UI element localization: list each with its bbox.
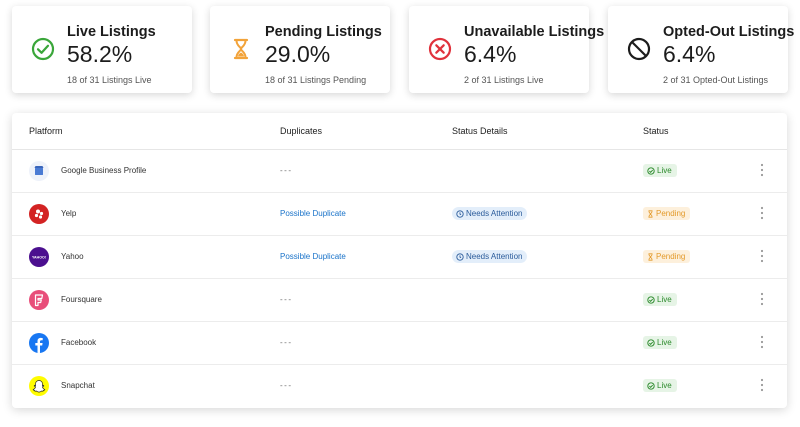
duplicates-empty: ---	[280, 295, 293, 304]
more-options-icon[interactable]	[758, 334, 766, 350]
table-header: Platform Duplicates Status Details Statu…	[12, 113, 787, 150]
foursquare-logo-icon	[29, 290, 49, 310]
platform-name: Google Business Profile	[61, 166, 147, 175]
hourglass-icon	[648, 209, 653, 218]
status-label: Pending	[656, 209, 686, 218]
status-label: Live	[657, 338, 672, 347]
status-badge: Live	[643, 379, 677, 392]
clock-icon	[456, 252, 464, 261]
unavailable-listings-card: Unavailable Listings 6.4% 2 of 31 Listin…	[409, 6, 604, 93]
status-label: Live	[657, 166, 672, 175]
column-header-platform: Platform	[29, 126, 63, 136]
status-label: Pending	[656, 252, 686, 261]
check-circle-icon	[31, 37, 55, 61]
check-circle-icon	[647, 338, 655, 347]
more-options-icon[interactable]	[758, 248, 766, 264]
possible-duplicate-link[interactable]: Possible Duplicate	[280, 209, 346, 218]
hourglass-icon	[648, 252, 653, 261]
status-badge: Pending	[643, 207, 691, 220]
svg-text:YAHOO!: YAHOO!	[32, 256, 46, 260]
platform-name: Foursquare	[61, 295, 102, 304]
platform-name: Yahoo	[61, 252, 84, 261]
column-header-status: Status	[643, 126, 669, 136]
card-subtitle: 2 of 31 Listings Live	[464, 75, 544, 85]
check-circle-icon	[647, 166, 655, 175]
pending-listings-card: Pending Listings 29.0% 18 of 31 Listings…	[210, 6, 390, 93]
table-row: Facebook --- Live	[12, 322, 787, 365]
card-title: Live Listings	[67, 24, 156, 40]
column-header-status-details: Status Details	[452, 126, 508, 136]
table-row: Google Business Profile --- Live	[12, 150, 787, 193]
prohibited-icon	[627, 37, 651, 61]
check-circle-icon	[647, 381, 655, 390]
status-badge: Live	[643, 336, 677, 349]
more-options-icon[interactable]	[758, 205, 766, 221]
clock-icon	[456, 209, 464, 218]
card-subtitle: 18 of 31 Listings Pending	[265, 75, 367, 85]
platform-name: Yelp	[61, 209, 77, 218]
more-options-icon[interactable]	[758, 377, 766, 393]
table-row: Yelp Possible Duplicate Needs Attention …	[12, 193, 787, 236]
possible-duplicate-link[interactable]: Possible Duplicate	[280, 252, 346, 261]
check-circle-icon	[647, 295, 655, 304]
table-row: Foursquare --- Live	[12, 279, 787, 322]
needs-attention-badge[interactable]: Needs Attention	[452, 250, 528, 263]
table-row: Snapchat --- Live	[12, 365, 787, 408]
hourglass-icon	[233, 38, 249, 60]
status-label: Live	[657, 381, 672, 390]
card-subtitle: 18 of 31 Listings Live	[67, 75, 152, 85]
status-badge: Pending	[643, 250, 691, 263]
card-subtitle: 2 of 31 Opted-Out Listings	[663, 75, 769, 85]
column-header-duplicates: Duplicates	[280, 126, 323, 136]
card-value: 6.4%	[464, 41, 517, 67]
platform-name: Snapchat	[61, 381, 95, 390]
status-label: Live	[657, 295, 672, 304]
x-circle-icon	[428, 37, 452, 61]
card-title: Opted-Out Listings	[663, 24, 795, 40]
card-title: Pending Listings	[265, 24, 382, 40]
google-business-logo-icon	[29, 161, 49, 181]
duplicates-empty: ---	[280, 166, 293, 175]
card-value: 29.0%	[265, 41, 331, 67]
status-badge: Live	[643, 164, 677, 177]
status-badge: Live	[643, 293, 677, 306]
yelp-logo-icon	[29, 204, 49, 224]
more-options-icon[interactable]	[758, 291, 766, 307]
more-options-icon[interactable]	[758, 162, 766, 178]
card-title: Unavailable Listings	[464, 24, 605, 40]
table-row: YAHOO! Yahoo Possible Duplicate Needs At…	[12, 236, 787, 279]
live-listings-card: Live Listings 58.2% 18 of 31 Listings Li…	[12, 6, 192, 93]
platform-name: Facebook	[61, 338, 97, 347]
duplicates-empty: ---	[280, 338, 293, 347]
opted-out-listings-card: Opted-Out Listings 6.4% 2 of 31 Opted-Ou…	[608, 6, 794, 93]
snapchat-logo-icon	[29, 376, 49, 396]
status-details-label: Needs Attention	[466, 209, 523, 218]
card-value: 6.4%	[663, 41, 716, 67]
needs-attention-badge[interactable]: Needs Attention	[452, 207, 528, 220]
duplicates-empty: ---	[280, 381, 293, 390]
yahoo-logo-icon: YAHOO!	[29, 247, 49, 267]
facebook-logo-icon	[29, 333, 49, 353]
status-details-label: Needs Attention	[466, 252, 523, 261]
listings-table: Platform Duplicates Status Details Statu…	[12, 113, 787, 408]
card-value: 58.2%	[67, 41, 133, 67]
